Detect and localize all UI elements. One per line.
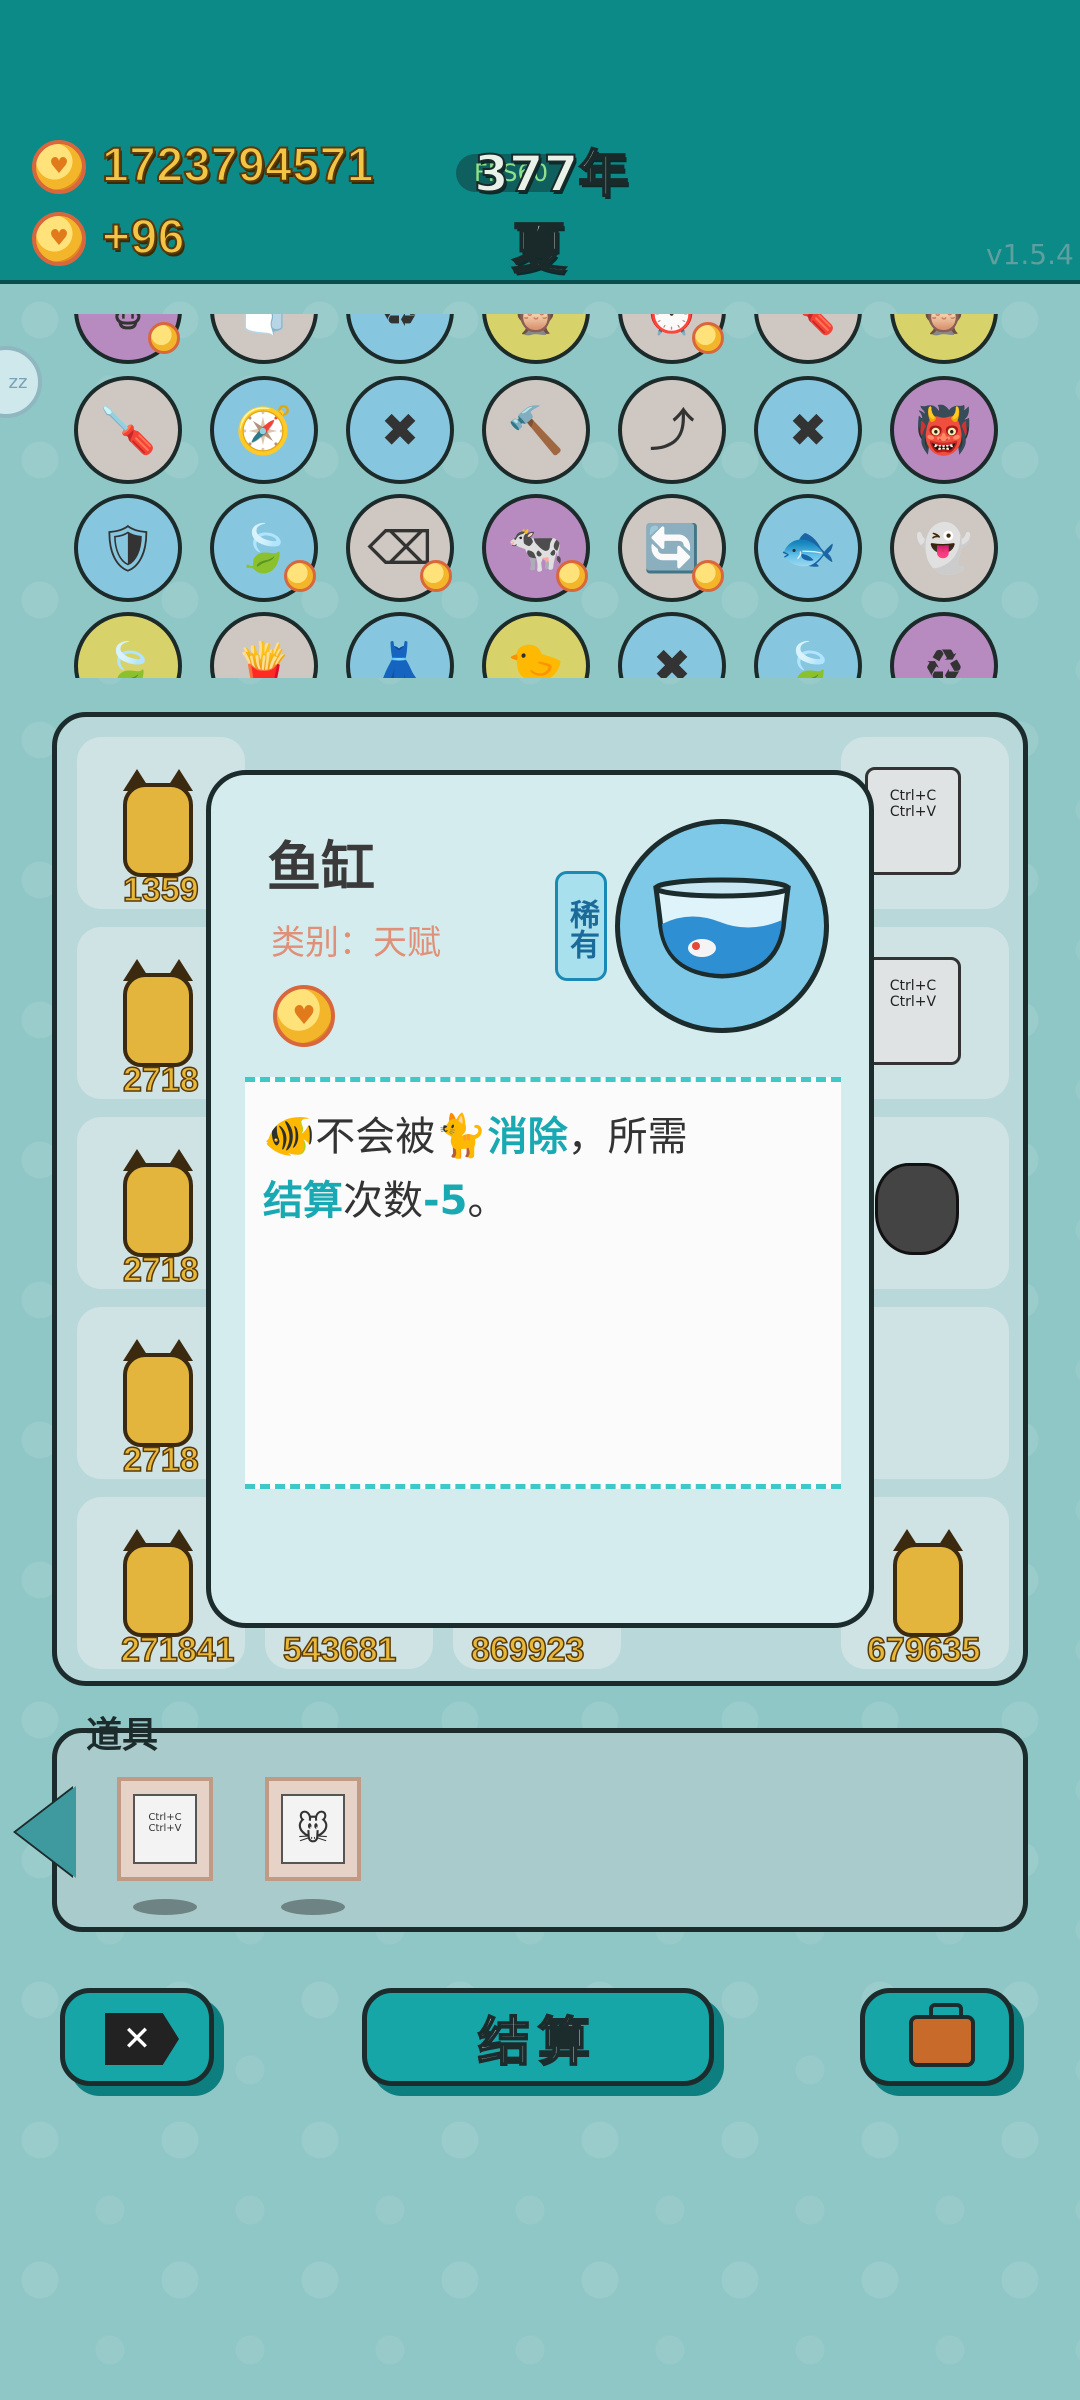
left-arrow-icon[interactable] — [16, 1786, 76, 1878]
leaf-icon[interactable]: 🍃 — [754, 612, 862, 678]
desc-text: 不会被 — [315, 1114, 436, 1160]
coin-badge — [148, 322, 180, 354]
mouse-card-icon[interactable]: 🐭 — [265, 1777, 361, 1881]
clear-button[interactable]: ✕ — [60, 1988, 214, 2086]
owl-icon[interactable]: 🦉 — [482, 314, 590, 364]
rarity-badge: 稀有 — [555, 871, 607, 981]
version-label: v1.5.4 — [986, 238, 1074, 271]
tool-card-label: Ctrl+C Ctrl+V — [133, 1794, 197, 1864]
chick-icon[interactable]: 🐤 — [482, 612, 590, 678]
delete-tag-icon: ✕ — [105, 2013, 179, 2065]
coin-badge — [420, 560, 452, 592]
tools-panel: Ctrl+C Ctrl+V 🐭 — [52, 1728, 1028, 1932]
cat-icon — [117, 1137, 197, 1257]
cat-icon — [117, 1517, 197, 1637]
bag-button[interactable] — [860, 1988, 1014, 2086]
cell-value: 869923 — [470, 1630, 585, 1670]
cat-small-icon: 🐈 — [435, 1111, 488, 1160]
leaf-icon[interactable]: 🍃 — [210, 494, 318, 602]
description-box: 🐠不会被🐈消除，所需 结算次数-5。 — [245, 1077, 841, 1489]
settle-button[interactable]: 结算 — [362, 1988, 714, 2086]
bamboo-icon[interactable]: ✖ — [346, 376, 454, 484]
gold-coin-icon: ♥ — [32, 140, 86, 194]
desc-text: 。 — [467, 1178, 508, 1224]
tool-shadow — [281, 1899, 345, 1915]
mouse-icon: 🐭 — [281, 1794, 345, 1864]
desc-line-1: 🐠不会被🐈消除，所需 — [263, 1104, 688, 1162]
shield-icon[interactable]: 🛡 — [74, 494, 182, 602]
cell-value: 2718 — [122, 1440, 199, 1480]
clock-icon[interactable]: ⏰ — [618, 314, 726, 364]
recycle-icon[interactable]: 🔄 — [618, 494, 726, 602]
item-row: 🍃 🍟 👗 🐤 ✖ 🍃 ♻ — [70, 612, 1010, 678]
ctrl-cv-card-icon: Ctrl+C Ctrl+V — [865, 957, 961, 1065]
tools-title: 道具 — [86, 1714, 159, 1756]
coin-badge — [692, 322, 724, 354]
cat-icon — [117, 757, 197, 877]
bamboo-icon[interactable]: ✖ — [618, 612, 726, 678]
owl-icon[interactable]: 🦉 — [890, 314, 998, 364]
trash-bag-icon — [875, 1163, 959, 1255]
fries-icon[interactable]: 🍟 — [210, 612, 318, 678]
income-coin-icon: ♥ — [32, 212, 86, 266]
gold-total: 1723794571 — [101, 138, 374, 193]
demon-card-icon[interactable]: 👹 — [890, 376, 998, 484]
screwdriver-icon[interactable]: 🪛 — [74, 376, 182, 484]
compass-icon[interactable]: 🧭 — [210, 376, 318, 484]
item-collection-grid: 🐮 🧻 ♻ 🦉 ⏰ 🪛 🦉 🪛 🧭 ✖ 🔨 ⤴ ✖ 👹 🛡 🍃 ⌫ 🐄 🔄 🐟 … — [70, 314, 1010, 678]
cell-value: 1359 — [122, 870, 199, 910]
arrow-up-icon[interactable]: ⤴ — [618, 376, 726, 484]
cows-icon[interactable]: 🐄 — [482, 494, 590, 602]
recycle-bin-icon[interactable]: ♻ — [890, 612, 998, 678]
leaf-icon[interactable]: 🍃 — [74, 612, 182, 678]
ghost-icon[interactable]: 👻 — [890, 494, 998, 602]
bamboo-icon[interactable]: ✖ — [754, 376, 862, 484]
coin-badge — [556, 560, 588, 592]
desc-text: ，所需 — [567, 1114, 688, 1160]
desc-keyword: 结算 — [263, 1178, 343, 1224]
gold-income: +96 — [101, 210, 185, 265]
skirt-icon[interactable]: 👗 — [346, 612, 454, 678]
cat-icon — [117, 947, 197, 1067]
hammer-icon[interactable]: 🔨 — [482, 376, 590, 484]
cat-icon — [887, 1517, 967, 1637]
item-detail-modal[interactable]: 鱼缸 类别：天赋 ♥ 稀有 🐠不会被🐈消除，所需 结算次数-5。 — [206, 770, 874, 1628]
modal-title: 鱼缸 — [267, 835, 375, 899]
fish-icon: 🐠 — [263, 1111, 316, 1160]
cow-icon[interactable]: 🐮 — [74, 314, 182, 364]
desc-keyword: 消除 — [487, 1114, 568, 1160]
season-label: 夏 — [511, 216, 567, 281]
cell-value: 271841 — [120, 1630, 235, 1670]
side-badge-label: zz — [8, 371, 28, 393]
settle-button-label: 结算 — [477, 2012, 598, 2074]
cell-value: 679635 — [866, 1630, 981, 1670]
tissue-icon[interactable]: 🧻 — [210, 314, 318, 364]
desc-line-2: 结算次数-5。 — [263, 1168, 507, 1226]
tool-shadow — [133, 1899, 197, 1915]
briefcase-icon — [909, 2003, 975, 2067]
heart-coin-icon: ♥ — [273, 985, 335, 1047]
cell-value: 2718 — [122, 1060, 199, 1100]
top-bar: ♥ 1723794571 ♥ +96 FPS60 377年 夏 v1.5.4 — [0, 0, 1080, 284]
ctrl-cv-card-icon[interactable]: Ctrl+C Ctrl+V — [117, 1777, 213, 1881]
coin-badge — [284, 560, 316, 592]
cell-value: 2718 — [122, 1250, 199, 1290]
delete-tag-icon[interactable]: ⌫ — [346, 494, 454, 602]
desc-text: 次数 — [343, 1178, 423, 1224]
modal-category: 类别：天赋 — [271, 923, 441, 963]
item-row: 🛡 🍃 ⌫ 🐄 🔄 🐟 👻 — [70, 494, 1010, 606]
fishbowl-graphic — [653, 877, 791, 979]
cell-value: 543681 — [282, 1630, 397, 1670]
year-label: 377年 — [473, 144, 629, 204]
item-row: 🪛 🧭 ✖ 🔨 ⤴ ✖ 👹 — [70, 376, 1010, 488]
screwdriver-icon[interactable]: 🪛 — [754, 314, 862, 364]
coin-badge — [692, 560, 724, 592]
desc-number: -5 — [423, 1178, 468, 1224]
fishbowl-icon — [615, 819, 829, 1033]
ctrl-cv-card-icon: Ctrl+C Ctrl+V — [865, 767, 961, 875]
cat-icon — [117, 1327, 197, 1447]
fishbowl-icon[interactable]: 🐟 — [754, 494, 862, 602]
item-row: 🐮 🧻 ♻ 🦉 ⏰ 🪛 🦉 — [70, 314, 1010, 368]
trash-recycle-icon[interactable]: ♻ — [346, 314, 454, 364]
